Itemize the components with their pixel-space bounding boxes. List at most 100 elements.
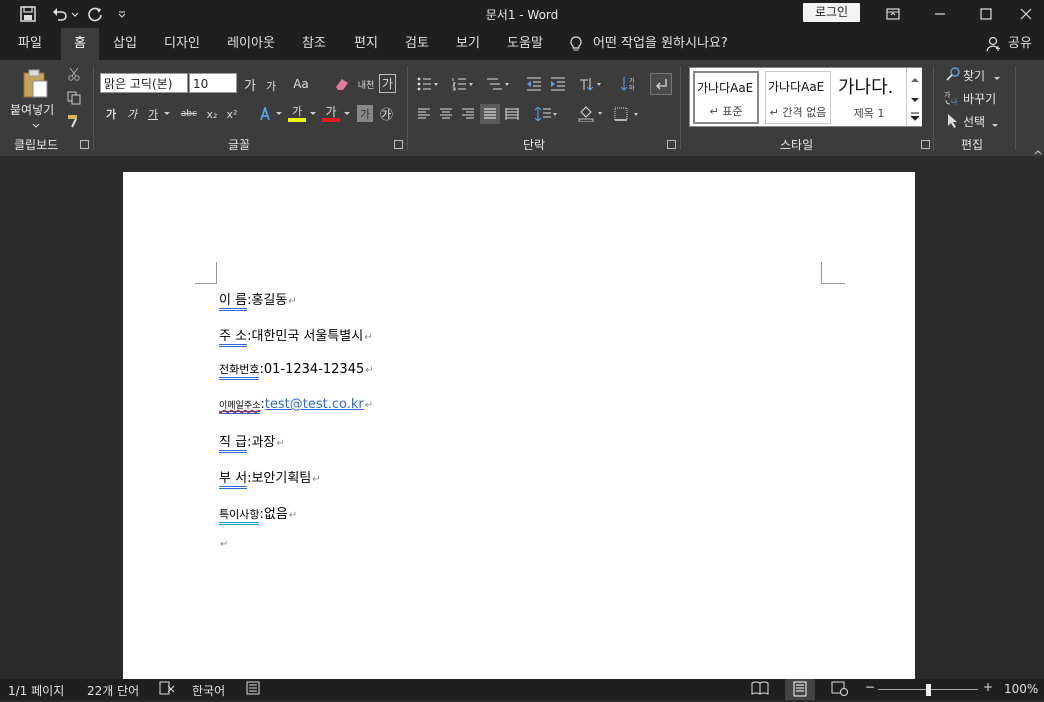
tab-references[interactable]: 참조 bbox=[293, 28, 335, 60]
italic-button[interactable]: 가 bbox=[125, 105, 139, 123]
language-indicator[interactable]: 한국어 bbox=[192, 682, 225, 699]
enclose-characters-button[interactable]: ㉮ bbox=[378, 105, 395, 123]
zoom-out-button[interactable]: − bbox=[865, 680, 875, 694]
tab-insert[interactable]: 삽입 bbox=[104, 28, 146, 60]
close-button[interactable] bbox=[1008, 0, 1044, 28]
superscript-button[interactable]: x² bbox=[224, 105, 240, 123]
font-color-button[interactable]: 가 bbox=[322, 104, 340, 122]
character-shading-button[interactable]: 가 bbox=[357, 105, 373, 122]
tab-mailings[interactable]: 편지 bbox=[345, 28, 387, 60]
paste-dropdown[interactable] bbox=[32, 118, 40, 132]
gallery-more-button[interactable] bbox=[910, 110, 920, 124]
distributed-button[interactable] bbox=[503, 105, 521, 123]
doc-empty-line[interactable]: ↵ bbox=[219, 539, 228, 550]
tab-layout[interactable]: 레이아웃 bbox=[221, 28, 281, 60]
select-dropdown[interactable] bbox=[992, 117, 998, 131]
font-launcher[interactable] bbox=[394, 140, 403, 149]
grow-font-button[interactable]: 가 bbox=[241, 74, 259, 94]
ribbon-display-options-button[interactable] bbox=[870, 0, 916, 28]
select-button[interactable]: 선택 bbox=[963, 113, 985, 130]
doc-line-email[interactable]: 이메일주소 : test@test.co.kr ↵ bbox=[219, 397, 373, 414]
find-button[interactable]: 찾기 bbox=[963, 67, 985, 84]
login-button[interactable]: 로그인 bbox=[803, 3, 860, 22]
justify-button[interactable] bbox=[480, 104, 500, 124]
align-right-button[interactable] bbox=[459, 105, 477, 123]
print-layout-button[interactable] bbox=[785, 679, 815, 700]
zoom-in-button[interactable]: + bbox=[983, 680, 993, 694]
tab-review[interactable]: 검토 bbox=[396, 28, 438, 60]
tab-help[interactable]: 도움말 bbox=[500, 28, 550, 60]
email-link[interactable]: test@test.co.kr bbox=[265, 397, 364, 412]
tab-view[interactable]: 보기 bbox=[447, 28, 489, 60]
zoom-level[interactable]: 100% bbox=[1004, 682, 1038, 696]
multilevel-list-button[interactable] bbox=[484, 74, 512, 94]
accessibility-icon[interactable] bbox=[246, 681, 262, 698]
paragraph-launcher[interactable] bbox=[667, 140, 676, 149]
sort-button[interactable]: 가하 bbox=[619, 74, 639, 94]
paste-button[interactable] bbox=[22, 68, 50, 103]
underline-button[interactable]: 가 bbox=[146, 105, 160, 123]
text-effects-button[interactable] bbox=[256, 105, 274, 123]
highlight-button[interactable]: 가 bbox=[288, 104, 306, 122]
increase-indent-button[interactable] bbox=[548, 74, 568, 94]
maximize-button[interactable] bbox=[963, 0, 1009, 28]
replace-button[interactable]: 바꾸기 bbox=[963, 90, 996, 107]
style-normal[interactable]: 가나다AaE ↵ 표준 bbox=[693, 71, 759, 124]
bold-button[interactable]: 가 bbox=[104, 105, 118, 123]
subscript-button[interactable]: x₂ bbox=[204, 105, 220, 123]
character-border-button[interactable]: 가 bbox=[379, 74, 396, 93]
decrease-indent-button[interactable] bbox=[524, 74, 544, 94]
tab-file[interactable]: 파일 bbox=[8, 28, 52, 60]
doc-line-department[interactable]: 부 서 : 보안기획팀 ↵ bbox=[219, 467, 321, 489]
shrink-font-button[interactable]: 가 bbox=[262, 76, 280, 96]
proofing-icon[interactable] bbox=[159, 681, 175, 698]
format-painter-button[interactable] bbox=[65, 112, 83, 130]
web-layout-button[interactable] bbox=[831, 680, 849, 699]
page-count[interactable]: 1/1 페이지 bbox=[8, 682, 64, 699]
style-no-spacing[interactable]: 가나다AaE ↵ 간격 없음 bbox=[765, 71, 831, 124]
clipboard-launcher[interactable] bbox=[80, 140, 89, 149]
copy-button[interactable] bbox=[65, 89, 83, 107]
clear-formatting-button[interactable] bbox=[332, 74, 352, 94]
borders-button[interactable] bbox=[612, 105, 642, 123]
font-size-dropdown[interactable]: 10 bbox=[189, 73, 237, 93]
gallery-down-button[interactable] bbox=[911, 92, 919, 106]
doc-line-phone[interactable]: 전화번호 : 01-1234-12345 ↵ bbox=[219, 361, 374, 380]
cut-button[interactable] bbox=[65, 65, 83, 83]
phonetic-guide-button[interactable]: 내천 bbox=[356, 74, 376, 94]
asian-layout-button[interactable] bbox=[577, 74, 605, 94]
show-hide-marks-button[interactable] bbox=[650, 73, 672, 95]
gallery-up-button[interactable] bbox=[911, 72, 919, 86]
tab-home[interactable]: 홈 bbox=[61, 28, 99, 60]
paragraph-mark: ↵ bbox=[365, 365, 374, 376]
align-center-button[interactable] bbox=[437, 105, 455, 123]
numbering-button[interactable] bbox=[450, 74, 476, 94]
word-count[interactable]: 22개 단어 bbox=[87, 682, 139, 699]
find-dropdown[interactable] bbox=[994, 70, 1000, 84]
change-case-button[interactable]: Aa bbox=[290, 74, 312, 94]
styles-launcher[interactable] bbox=[921, 140, 930, 149]
minimize-button[interactable] bbox=[917, 0, 963, 28]
bullets-button[interactable] bbox=[415, 74, 441, 94]
document-page[interactable] bbox=[123, 172, 915, 682]
share-button[interactable]: 공유 bbox=[1005, 28, 1035, 60]
doc-line-name[interactable]: 이 름 : 홍길동 ↵ bbox=[219, 289, 297, 311]
doc-line-notes[interactable]: 특이사항 : 없음 ↵ bbox=[219, 503, 297, 525]
style-heading-1[interactable]: 가나다. 제목 1 bbox=[836, 71, 902, 124]
font-name-dropdown[interactable]: 맑은 고딕(본) bbox=[100, 73, 188, 93]
tab-design[interactable]: 디자인 bbox=[157, 28, 207, 60]
chevron-up-icon bbox=[911, 78, 919, 82]
tell-me-box[interactable]: 어떤 작업을 원하시나요? bbox=[593, 28, 743, 60]
line-spacing-button[interactable] bbox=[533, 105, 561, 123]
text-effects-dropdown[interactable] bbox=[275, 106, 283, 122]
shading-button[interactable] bbox=[576, 105, 606, 123]
highlight-dropdown[interactable] bbox=[309, 106, 317, 122]
doc-line-address[interactable]: 주 소 : 대한민국 서울특별시 ↵ bbox=[219, 325, 373, 347]
strikethrough-button[interactable]: abc bbox=[178, 105, 200, 123]
font-color-dropdown[interactable] bbox=[343, 106, 351, 122]
underline-dropdown[interactable] bbox=[162, 106, 172, 122]
read-mode-button[interactable] bbox=[751, 680, 769, 699]
doc-line-rank[interactable]: 직 급 : 과장 ↵ bbox=[219, 431, 285, 453]
align-left-button[interactable] bbox=[415, 105, 433, 123]
zoom-slider-thumb[interactable] bbox=[926, 684, 931, 696]
